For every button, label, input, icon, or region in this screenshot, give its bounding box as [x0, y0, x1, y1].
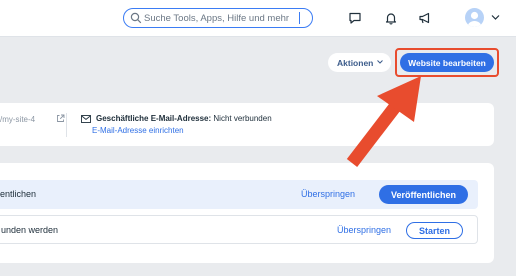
publish-button[interactable]: Veröffentlichen — [379, 185, 468, 204]
text-cursor — [299, 12, 300, 24]
task-row: unden werden Überspringen Starten — [0, 215, 478, 244]
email-status: Geschäftliche E-Mail-Adresse: Nicht verb… — [96, 114, 272, 123]
tasks-card: entlichen Überspringen Veröffentlichen u… — [0, 163, 494, 263]
chevron-down-icon — [377, 60, 383, 64]
aktionen-button[interactable]: Aktionen — [328, 53, 391, 72]
email-status-value: Nicht verbunden — [213, 114, 272, 123]
mail-icon — [81, 115, 91, 123]
avatar[interactable] — [465, 8, 484, 27]
task-label: unden werden — [1, 225, 59, 235]
edit-website-button[interactable]: Website bearbeiten — [400, 53, 494, 72]
top-bar — [0, 0, 516, 37]
skip-link[interactable]: Überspringen — [337, 225, 391, 235]
task-row: entlichen Überspringen Veröffentlichen — [0, 180, 478, 209]
site-url[interactable]: /my-site-4 — [0, 115, 35, 124]
skip-link[interactable]: Überspringen — [301, 189, 355, 199]
chevron-down-icon[interactable] — [491, 14, 500, 21]
email-label: Geschäftliche E-Mail-Adresse: — [96, 114, 212, 123]
megaphone-icon[interactable] — [417, 10, 433, 26]
divider — [66, 113, 67, 137]
site-info-card: /my-site-4 Geschäftliche E-Mail-Adresse:… — [0, 103, 494, 146]
edit-button-highlight: Website bearbeiten — [395, 48, 499, 77]
user-icon — [467, 11, 482, 27]
aktionen-label: Aktionen — [337, 57, 374, 68]
search-icon — [130, 12, 142, 24]
external-link-icon[interactable] — [56, 114, 65, 123]
search-box[interactable] — [123, 8, 313, 28]
bell-icon[interactable] — [383, 10, 399, 26]
task-label: entlichen — [0, 189, 37, 199]
setup-email-link[interactable]: E-Mail-Adresse einrichten — [92, 126, 184, 135]
chat-icon[interactable] — [347, 10, 363, 26]
start-button[interactable]: Starten — [406, 222, 463, 239]
search-input[interactable] — [144, 10, 304, 26]
